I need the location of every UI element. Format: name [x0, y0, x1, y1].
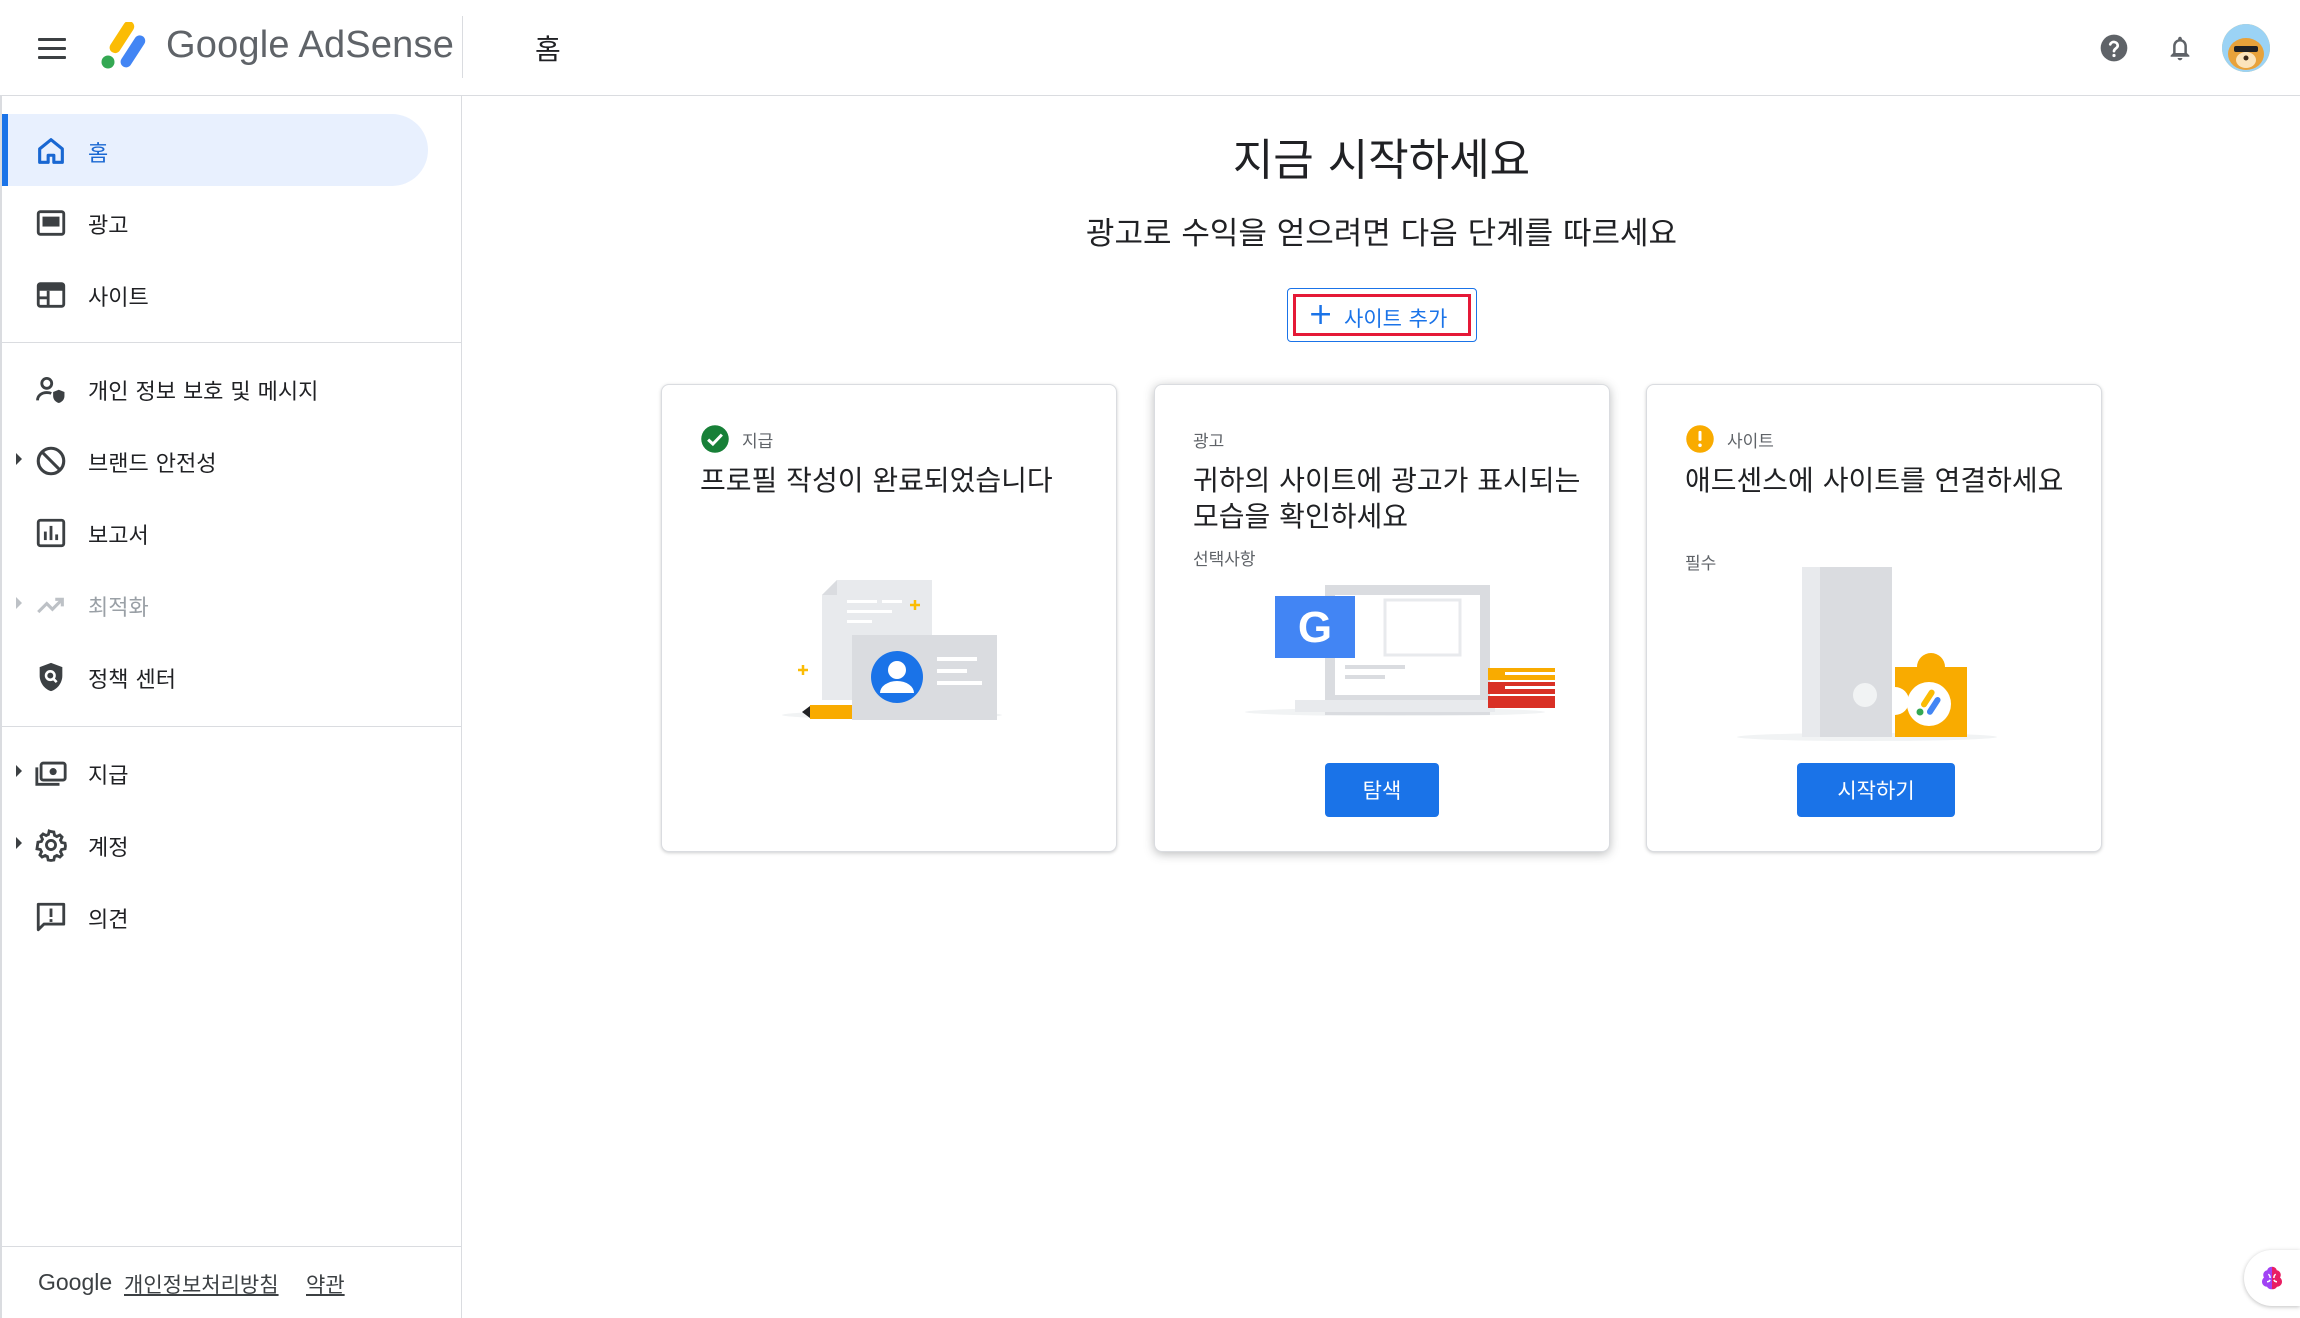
sidebar-item-reports[interactable]: 보고서 — [2, 496, 428, 568]
sidebar-item-label: 지급 — [88, 764, 129, 789]
adsense-logo-icon — [101, 22, 146, 69]
card-subtitle: 선택사항 — [1193, 550, 1256, 570]
settings-icon — [35, 829, 67, 862]
expand-caret-icon — [16, 597, 22, 609]
sidebar: 홈 광고 사이트 개인 정보 보호 및 메시지 브랜드 안전성 보고서 최적화 … — [0, 96, 462, 1318]
explore-button[interactable]: 탐색 — [1325, 763, 1439, 817]
card-category: 지급 — [742, 431, 774, 452]
expand-caret-icon — [16, 765, 22, 777]
sidebar-item-label: 개인 정보 보호 및 메시지 — [88, 380, 319, 405]
search-results-illustration: G — [1245, 585, 1555, 716]
notifications-icon[interactable] — [2156, 24, 2204, 72]
sidebar-item-label: 계정 — [88, 836, 129, 861]
sidebar-item-label: 브랜드 안전성 — [88, 452, 217, 477]
payments-card: 지급 프로필 작성이 완료되었습니다 — [661, 384, 1117, 852]
feedback-icon — [36, 902, 66, 932]
sidebar-item-account[interactable]: 계정 — [2, 808, 428, 880]
puzzle-illustration — [1737, 567, 1997, 741]
card-title: 애드센스에 사이트를 연결하세요 — [1685, 464, 2064, 497]
card-title: 귀하의 사이트에 광고가 표시되는 모습을 확인하세요 — [1193, 464, 1581, 533]
block-icon — [36, 446, 66, 476]
sidebar-item-label: 광고 — [88, 214, 129, 239]
header-divider — [462, 16, 463, 78]
sidebar-item-policy-center[interactable]: 정책 센터 — [2, 640, 428, 712]
sidebar-item-home[interactable]: 홈 — [2, 114, 428, 186]
ads-icon — [36, 210, 66, 236]
sites-icon — [36, 282, 66, 308]
google-wordmark: Google — [38, 1269, 113, 1295]
sidebar-item-optimization[interactable]: 최적화 — [2, 568, 428, 640]
card-category: 광고 — [1193, 431, 1225, 452]
assistant-icon[interactable] — [2244, 1250, 2300, 1306]
home-icon — [38, 138, 64, 164]
add-site-button[interactable]: + 사이트 추가 — [1287, 288, 1477, 342]
sidebar-item-label: 사이트 — [88, 286, 149, 311]
ads-preview-card: 광고 귀하의 사이트에 광고가 표시되는 모습을 확인하세요 선택사항 G 탐색 — [1154, 384, 1610, 852]
check-circle-icon — [701, 425, 729, 453]
avatar[interactable] — [2222, 24, 2270, 72]
sidebar-item-privacy-messaging[interactable]: 개인 정보 보호 및 메시지 — [2, 352, 428, 424]
privacy-policy-link[interactable]: 개인정보처리방침 — [124, 1269, 279, 1299]
top-app-bar: Google AdSense 홈 — [0, 0, 2300, 96]
sidebar-item-payments[interactable]: 지급 — [2, 736, 428, 808]
reports-icon — [36, 518, 66, 548]
trending-icon — [37, 597, 64, 614]
get-started-button[interactable]: 시작하기 — [1797, 763, 1955, 817]
sidebar-item-sites[interactable]: 사이트 — [2, 258, 428, 330]
sidebar-item-feedback[interactable]: 의견 — [2, 880, 428, 952]
sidebar-footer: Google 개인정보처리방침 약관 — [2, 1246, 462, 1318]
sidebar-item-label: 의견 — [88, 908, 129, 933]
sidebar-divider — [2, 726, 462, 727]
sidebar-item-ads[interactable]: 광고 — [2, 186, 428, 258]
expand-caret-icon — [16, 837, 22, 849]
svg-text:G: G — [1298, 603, 1332, 652]
expand-caret-icon — [16, 453, 22, 465]
main-heading: 지금 시작하세요 — [1232, 135, 1531, 186]
warning-icon — [1686, 425, 1714, 453]
card-category: 사이트 — [1727, 431, 1774, 452]
menu-icon[interactable] — [30, 28, 74, 68]
card-subtitle: 필수 — [1685, 554, 1717, 574]
policy-icon — [39, 662, 63, 692]
add-site-label: 사이트 추가 — [1344, 307, 1448, 331]
sidebar-divider — [2, 342, 462, 343]
privacy-icon — [36, 376, 65, 404]
card-title: 프로필 작성이 완료되었습니다 — [700, 464, 1053, 497]
sidebar-item-label: 정책 센터 — [88, 668, 176, 693]
terms-link[interactable]: 약관 — [306, 1269, 345, 1299]
sidebar-item-label: 최적화 — [88, 596, 149, 621]
plus-icon: + — [1308, 297, 1334, 332]
sidebar-item-label: 홈 — [88, 142, 109, 167]
sidebar-item-label: 보고서 — [88, 524, 149, 549]
payments-icon — [35, 761, 67, 786]
connect-site-card: 사이트 애드센스에 사이트를 연결하세요 필수 시작하기 — [1646, 384, 2102, 852]
main-subheading: 광고로 수익을 얻으려면 다음 단계를 따르세요 — [1085, 216, 1678, 252]
help-icon[interactable] — [2090, 24, 2138, 72]
brand-name: Google AdSense — [166, 24, 455, 66]
profile-illustration — [782, 580, 1002, 720]
sidebar-item-brand-safety[interactable]: 브랜드 안전성 — [2, 424, 428, 496]
page-title: 홈 — [535, 33, 561, 66]
